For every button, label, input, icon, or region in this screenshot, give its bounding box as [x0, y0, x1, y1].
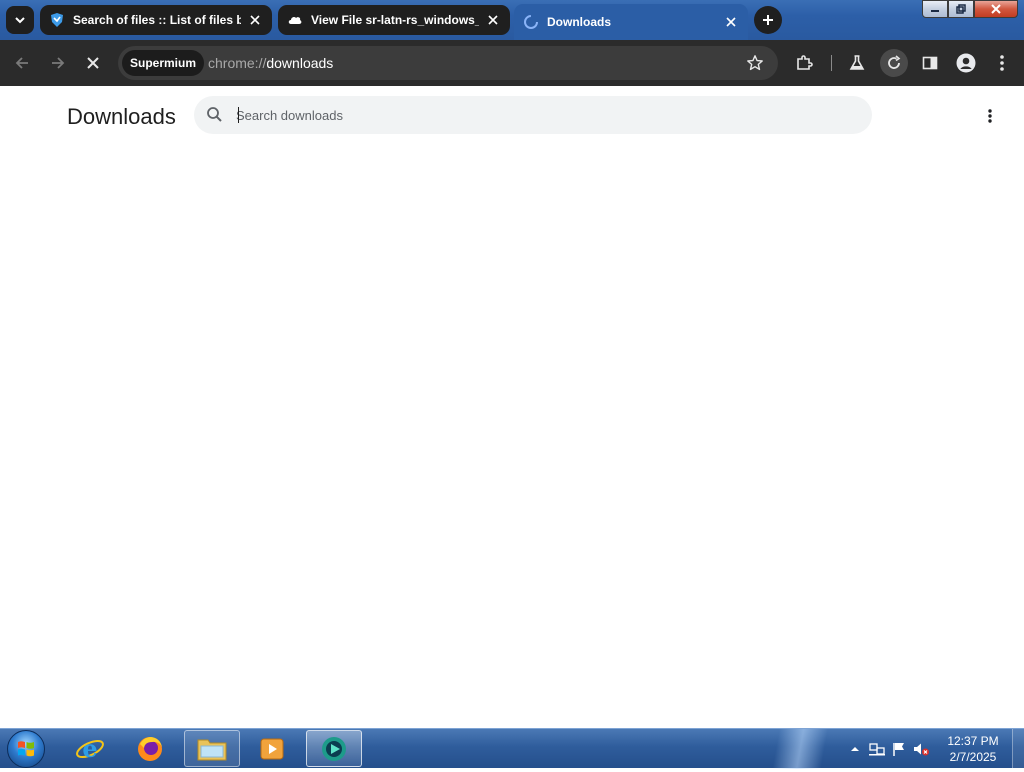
restore-button[interactable]: [948, 0, 974, 18]
tab-search-button[interactable]: [6, 6, 34, 34]
text-caret: [238, 107, 239, 123]
downloads-more-actions-button[interactable]: [980, 106, 1000, 126]
taskbar-glare: [760, 729, 850, 769]
back-button[interactable]: [10, 51, 34, 75]
internet-explorer-icon: e: [76, 734, 104, 763]
loading-spinner-icon: [523, 14, 539, 30]
close-tab-icon[interactable]: [247, 12, 263, 28]
minimize-button[interactable]: [922, 0, 948, 18]
tab-search-of-files[interactable]: Search of files :: List of files by: [40, 5, 272, 35]
windows-taskbar: e 12:37 PM 2/7/2025: [0, 728, 1024, 769]
address-bar[interactable]: Supermium chrome://downloads: [118, 46, 778, 80]
tab-strip: Search of files :: List of files by View…: [0, 0, 1024, 40]
tab-view-file[interactable]: View File sr-latn-rs_windows_1: [278, 5, 510, 35]
search-icon[interactable]: [206, 106, 223, 123]
side-panel-icon: [922, 56, 938, 70]
network-icon[interactable]: [866, 738, 888, 760]
chevron-up-icon: [851, 747, 859, 751]
url-scheme: chrome://: [208, 55, 267, 71]
forward-button[interactable]: [46, 51, 70, 75]
puzzle-icon: [797, 55, 813, 70]
windows-logo-icon: [18, 741, 34, 757]
close-tab-icon[interactable]: [723, 14, 739, 30]
avatar-icon: [956, 53, 976, 73]
downloads-header: Downloads: [0, 86, 1024, 146]
arrow-left-icon: [15, 57, 28, 69]
extensions-button[interactable]: [792, 51, 816, 75]
shield-logo-icon: [49, 12, 65, 28]
search-downloads-bar[interactable]: [194, 96, 872, 134]
tab-title: Search of files :: List of files by: [73, 13, 241, 27]
more-vertical-icon: [988, 109, 992, 123]
side-panel-button[interactable]: [918, 51, 942, 75]
cloud-icon: [287, 12, 303, 28]
tab-downloads[interactable]: Downloads: [514, 4, 748, 40]
action-center-flag-icon[interactable]: [888, 738, 910, 760]
stop-loading-button[interactable]: [81, 51, 105, 75]
refresh-icon: [888, 55, 901, 69]
profile-button[interactable]: [954, 51, 978, 75]
browser-toolbar: Supermium chrome://downloads: [0, 40, 1024, 86]
close-icon: [87, 57, 99, 69]
clock-time: 12:37 PM: [947, 734, 999, 748]
clock-date: 2/7/2025: [949, 750, 997, 764]
close-window-button[interactable]: [974, 0, 1018, 18]
flask-icon: [849, 55, 865, 70]
close-icon: [991, 4, 1001, 14]
volume-muted-icon[interactable]: [910, 738, 932, 760]
update-button[interactable]: [880, 49, 908, 77]
supermium-browser-icon: [322, 736, 346, 761]
close-tab-icon[interactable]: [485, 12, 501, 28]
taskbar-firefox[interactable]: [122, 730, 178, 767]
tab-title: View File sr-latn-rs_windows_1: [311, 13, 479, 27]
show-hidden-icons-button[interactable]: [844, 738, 866, 760]
labs-button[interactable]: [845, 51, 869, 75]
browser-menu-button[interactable]: [990, 51, 1014, 75]
url-path: downloads: [266, 55, 334, 71]
start-button[interactable]: [7, 730, 45, 768]
media-player-icon: [260, 738, 284, 759]
show-desktop-button[interactable]: [1012, 729, 1024, 769]
url-text[interactable]: chrome://downloads: [208, 55, 333, 71]
taskbar-supermium-browser[interactable]: [306, 730, 362, 767]
taskbar-media-player[interactable]: [244, 730, 300, 767]
folder-icon: [197, 739, 227, 760]
system-tray: [844, 729, 932, 769]
site-chip[interactable]: Supermium: [122, 50, 205, 76]
restore-icon: [956, 4, 966, 14]
firefox-icon: [138, 736, 162, 761]
tab-title: Downloads: [547, 15, 612, 29]
search-downloads-input[interactable]: [236, 104, 836, 126]
svg-text:e: e: [82, 734, 97, 763]
toolbar-separator: [831, 55, 832, 71]
arrow-right-icon: [52, 57, 65, 69]
chevron-down-icon: [15, 17, 25, 24]
taskbar-clock[interactable]: 12:37 PM 2/7/2025: [940, 733, 1006, 765]
plus-icon: [763, 15, 773, 25]
window-controls: [922, 0, 1018, 20]
minimize-icon: [931, 10, 939, 12]
more-vertical-icon: [1000, 55, 1004, 71]
star-icon: [747, 55, 763, 71]
page-title: Downloads: [67, 104, 176, 129]
bookmark-star-button[interactable]: [744, 52, 766, 74]
taskbar-file-explorer[interactable]: [184, 730, 240, 767]
new-tab-button[interactable]: [754, 6, 782, 34]
taskbar-internet-explorer[interactable]: e: [62, 730, 118, 767]
